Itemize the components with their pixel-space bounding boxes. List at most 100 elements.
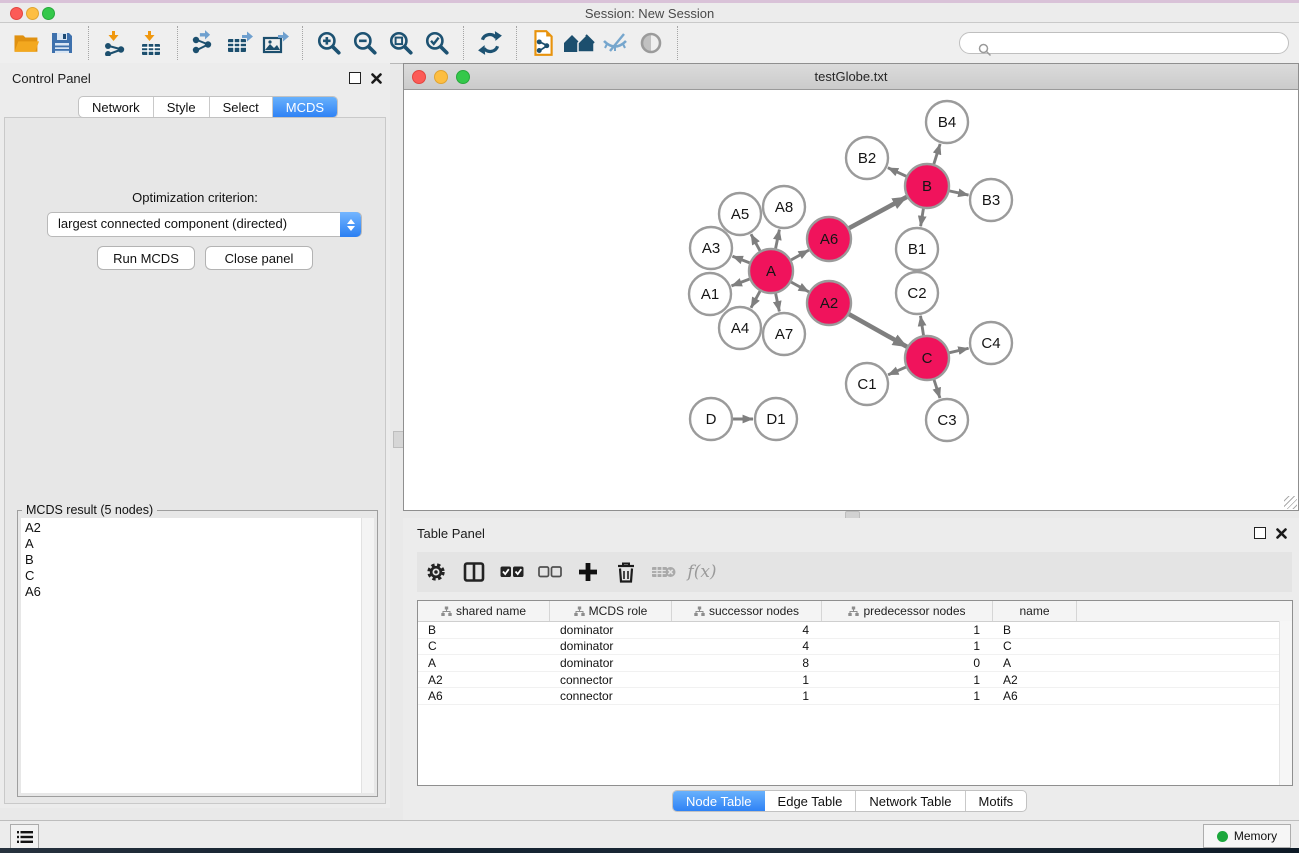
table-cell[interactable]: A2: [993, 673, 1077, 687]
network-graph[interactable]: B4B2BB3A5A8A6A3B1AA1C2A2A4A7CC4C1C3DD1: [404, 90, 1298, 510]
tab-select[interactable]: Select: [210, 97, 273, 117]
create-column-button[interactable]: [569, 554, 607, 590]
edge-B-B3[interactable]: [948, 190, 969, 195]
result-list-scrollbar[interactable]: [361, 518, 374, 793]
table-cell[interactable]: dominator: [550, 656, 672, 670]
column-header-name[interactable]: name: [993, 601, 1077, 621]
import-network-button[interactable]: [97, 27, 133, 59]
edge-A-A2[interactable]: [789, 281, 808, 292]
tab-mcds[interactable]: MCDS: [273, 97, 337, 117]
table-cell[interactable]: A: [993, 656, 1077, 670]
criterion-select[interactable]: largest connected component (directed): [47, 212, 362, 237]
close-panel-button[interactable]: Close panel: [205, 246, 313, 270]
table-cell[interactable]: 1: [822, 689, 993, 703]
result-list-item[interactable]: A2: [25, 520, 357, 536]
table-row[interactable]: Adominator80A: [418, 655, 1292, 672]
edge-A6-B[interactable]: [847, 197, 906, 229]
tab-network-table[interactable]: Network Table: [856, 791, 965, 811]
table-scrollbar[interactable]: [1279, 621, 1292, 785]
new-network-from-selection-button[interactable]: [525, 27, 561, 59]
table-row[interactable]: A2connector11A2: [418, 672, 1292, 689]
table-row[interactable]: Cdominator41C: [418, 639, 1292, 656]
table-cell[interactable]: A2: [418, 673, 550, 687]
table-cell[interactable]: C: [418, 639, 550, 653]
table-cell[interactable]: 4: [672, 639, 822, 653]
hide-selected-button[interactable]: [597, 27, 633, 59]
table-cell[interactable]: dominator: [550, 639, 672, 653]
result-list-item[interactable]: A6: [25, 584, 357, 600]
edge-A-A8[interactable]: [775, 230, 779, 251]
zoom-in-button[interactable]: [311, 27, 347, 59]
search-input[interactable]: [959, 32, 1289, 54]
delete-table-button[interactable]: [645, 554, 683, 590]
edge-C-C1[interactable]: [888, 366, 908, 375]
tab-motifs[interactable]: Motifs: [966, 791, 1027, 811]
table-cell[interactable]: connector: [550, 689, 672, 703]
export-image-button[interactable]: [258, 27, 294, 59]
table-mode-button[interactable]: [417, 554, 455, 590]
table-cell[interactable]: 1: [822, 623, 993, 637]
edge-C-C3[interactable]: [933, 378, 939, 398]
table-cell[interactable]: C: [993, 639, 1077, 653]
edge-A-A3[interactable]: [732, 256, 751, 263]
float-panel-icon[interactable]: [349, 72, 361, 84]
zoom-fit-button[interactable]: [383, 27, 419, 59]
export-table-button[interactable]: [222, 27, 258, 59]
table-cell[interactable]: 8: [672, 656, 822, 670]
edge-B-B2[interactable]: [888, 168, 908, 177]
table-cell[interactable]: B: [418, 623, 550, 637]
first-neighbors-button[interactable]: [561, 27, 597, 59]
result-list-item[interactable]: C: [25, 568, 357, 584]
table-cell[interactable]: B: [993, 623, 1077, 637]
table-cell[interactable]: connector: [550, 673, 672, 687]
close-panel-icon[interactable]: [371, 73, 382, 84]
tab-edge-table[interactable]: Edge Table: [765, 791, 857, 811]
save-session-button[interactable]: [44, 27, 80, 59]
table-row[interactable]: Bdominator41B: [418, 622, 1292, 639]
table-cell[interactable]: 1: [672, 689, 822, 703]
network-canvas[interactable]: B4B2BB3A5A8A6A3B1AA1C2A2A4A7CC4C1C3DD1: [404, 90, 1298, 510]
edge-C-C4[interactable]: [947, 348, 968, 353]
edge-B-B4[interactable]: [933, 144, 940, 166]
result-list-item[interactable]: B: [25, 552, 357, 568]
column-header-successor-nodes[interactable]: successor nodes: [672, 601, 822, 621]
resize-grip-icon[interactable]: [1284, 496, 1297, 509]
edge-C-C2[interactable]: [920, 316, 923, 338]
show-all-button[interactable]: [633, 27, 669, 59]
import-table-button[interactable]: [133, 27, 169, 59]
edge-A2-C[interactable]: [847, 313, 907, 346]
deselect-all-button[interactable]: [531, 554, 569, 590]
column-header-predecessor-nodes[interactable]: predecessor nodes: [822, 601, 993, 621]
edge-A-A6[interactable]: [789, 250, 808, 261]
table-cell[interactable]: 1: [822, 673, 993, 687]
column-header-shared-name[interactable]: shared name: [418, 601, 550, 621]
open-session-button[interactable]: [8, 27, 44, 59]
float-table-panel-icon[interactable]: [1254, 527, 1266, 539]
zoom-selected-button[interactable]: [419, 27, 455, 59]
edge-A-A1[interactable]: [732, 278, 752, 285]
table-cell[interactable]: A: [418, 656, 550, 670]
run-mcds-button[interactable]: Run MCDS: [97, 246, 195, 270]
table-cell[interactable]: A6: [418, 689, 550, 703]
table-cell[interactable]: A6: [993, 689, 1077, 703]
tab-network[interactable]: Network: [79, 97, 154, 117]
tab-style[interactable]: Style: [154, 97, 210, 117]
table-row[interactable]: A6connector11A6: [418, 688, 1292, 705]
table-cell[interactable]: 1: [822, 639, 993, 653]
edge-A-A7[interactable]: [775, 292, 779, 312]
network-window-titlebar[interactable]: testGlobe.txt: [404, 64, 1298, 90]
table-cell[interactable]: 1: [672, 673, 822, 687]
edge-A-A5[interactable]: [751, 234, 761, 252]
table-cell[interactable]: dominator: [550, 623, 672, 637]
result-list-item[interactable]: A: [25, 536, 357, 552]
export-network-button[interactable]: [186, 27, 222, 59]
memory-button[interactable]: Memory: [1203, 824, 1291, 848]
table-cell[interactable]: 0: [822, 656, 993, 670]
edge-B-B1[interactable]: [921, 207, 924, 227]
column-header-mcds-role[interactable]: MCDS role: [550, 601, 672, 621]
function-builder-button[interactable]: f(x): [683, 554, 721, 590]
select-all-button[interactable]: [493, 554, 531, 590]
show-tasks-button[interactable]: [10, 824, 39, 849]
show-hide-columns-button[interactable]: [455, 554, 493, 590]
table-cell[interactable]: 4: [672, 623, 822, 637]
